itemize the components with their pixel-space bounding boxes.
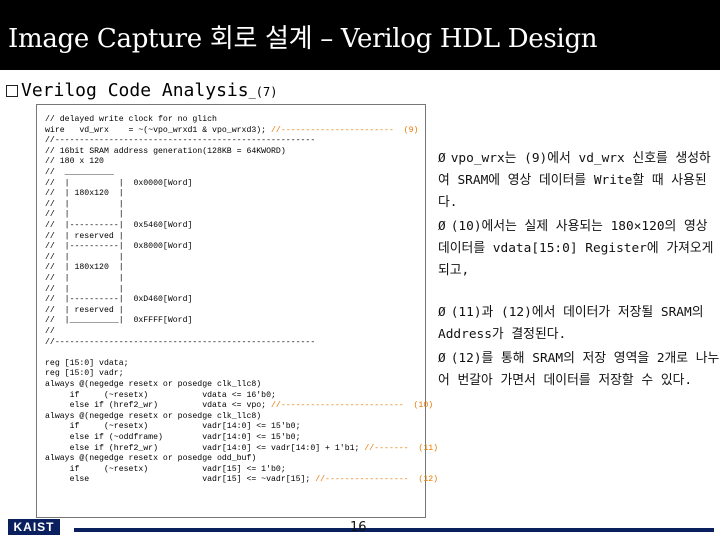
code-line: // | |: [45, 284, 124, 294]
code-line: // |----------| 0xD460[Word]: [45, 295, 193, 305]
code-line: // __________: [45, 168, 114, 177]
code-marker: //------------------------- (10): [271, 401, 434, 411]
code-line: // | |: [45, 252, 124, 262]
note-text: (10)에서는 실제 사용되는 180×120의 영상 데이터를 vdata[1…: [438, 219, 714, 278]
arrow-bullet-icon: Ø: [438, 305, 446, 320]
code-line: //--------------------------------------…: [45, 337, 316, 347]
section-heading: Verilog Code Analysis_(7): [6, 80, 277, 101]
section-heading-suffix: _(7): [248, 85, 278, 99]
code-line: // |----------| 0x5460[Word]: [45, 221, 193, 230]
slide-title: Image Capture 회로 설계 – Verilog HDL Design: [8, 24, 598, 54]
code-line: // | reserved |: [45, 231, 124, 241]
note-item: Ø (11)과 (12)에서 데이터가 저장될 SRAM의 Address가 결정…: [438, 302, 720, 346]
code-line: // | |: [45, 210, 124, 220]
code-line: // delayed write clock for no glich: [45, 115, 217, 124]
code-line: always @(negedge resetx or posedge odd_b…: [45, 454, 257, 464]
note-text: (12)를 통해 SRAM의 저장 영역을 2개로 나누어 번갈아 가면서 데이…: [438, 351, 720, 388]
code-line: if (~resetx) vadr[14:0] <= 15'b0;: [45, 422, 301, 432]
arrow-bullet-icon: Ø: [438, 151, 446, 166]
code-line: //: [45, 327, 55, 336]
code-line: // | reserved |: [45, 305, 124, 315]
page-number: 16: [350, 520, 367, 535]
code-line: // |----------| 0x8000[Word]: [45, 242, 193, 252]
arrow-bullet-icon: Ø: [438, 219, 446, 234]
section-heading-text: Verilog Code Analysis: [21, 80, 249, 101]
note-item: Øvpo_wrx는 (9)에서 vd_wrx 신호를 생성하여 SRAM에 영상…: [438, 148, 720, 214]
code-marker: //----------------- (12): [315, 475, 439, 485]
code-line: // | 180x120 |: [45, 263, 124, 273]
code-line: always @(negedge resetx or posedge clk_l…: [45, 411, 262, 421]
code-line: // | | 0x0000[Word]: [45, 178, 193, 188]
code-line: always @(negedge resetx or posedge clk_l…: [45, 380, 262, 389]
code-marker: //----------------------- (9): [271, 125, 419, 135]
note-item: Ø (12)를 통해 SRAM의 저장 영역을 2개로 나누어 번갈아 가면서 데…: [438, 348, 720, 392]
note-text: vpo_wrx는 (9)에서 vd_wrx 신호를 생성하여 SRAM에 영상 …: [438, 151, 711, 210]
kaist-logo: KAIST: [8, 519, 60, 535]
code-line: // | |: [45, 274, 124, 283]
code-line: //--------------------------------------…: [45, 136, 316, 146]
code-line: else if (~oddframe) vadr[14:0] <= 15'b0;: [45, 433, 301, 442]
code-line: // | 180x120 |: [45, 189, 124, 199]
code-marker: //------- (11): [364, 443, 439, 453]
arrow-bullet-icon: Ø: [438, 351, 446, 366]
code-line: if (~resetx) vadr[15] <= 1'b0;: [45, 464, 286, 474]
code-line: // |__________| 0xFFFF[Word]: [45, 316, 193, 326]
code-line: else if (href2_wr) vdata <= vpo; //-----…: [45, 401, 434, 411]
title-bar: Image Capture 회로 설계 – Verilog HDL Design: [0, 0, 720, 70]
code-panel: // delayed write clock for no glich wire …: [36, 104, 438, 518]
code-line: reg [15:0] vdata;: [45, 358, 129, 368]
code-line: else vadr[15] <= ~vadr[15]; //----------…: [45, 475, 439, 485]
code-line: reg [15:0] vadr;: [45, 369, 124, 379]
code-line: // 180 x 120: [45, 157, 104, 167]
code-line: if (~resetx) vdata <= 16'b0;: [45, 390, 276, 400]
code-line: // 16bit SRAM address generation(128KB =…: [45, 146, 286, 156]
code-line: wire vd_wrx = ~(~vpo_wrxd1 & vpo_wrxd3);…: [45, 125, 419, 135]
note-item: Ø (10)에서는 실제 사용되는 180×120의 영상 데이터를 vdata[…: [438, 216, 720, 282]
note-text: (11)과 (12)에서 데이터가 저장될 SRAM의 Address가 결정된…: [438, 305, 704, 342]
checkbox-bullet-icon: [6, 85, 18, 97]
footer-rule: [74, 528, 714, 532]
code-line: else if (href2_wr) vadr[14:0] <= vadr[14…: [45, 443, 439, 453]
code-line: // | |: [45, 199, 124, 209]
